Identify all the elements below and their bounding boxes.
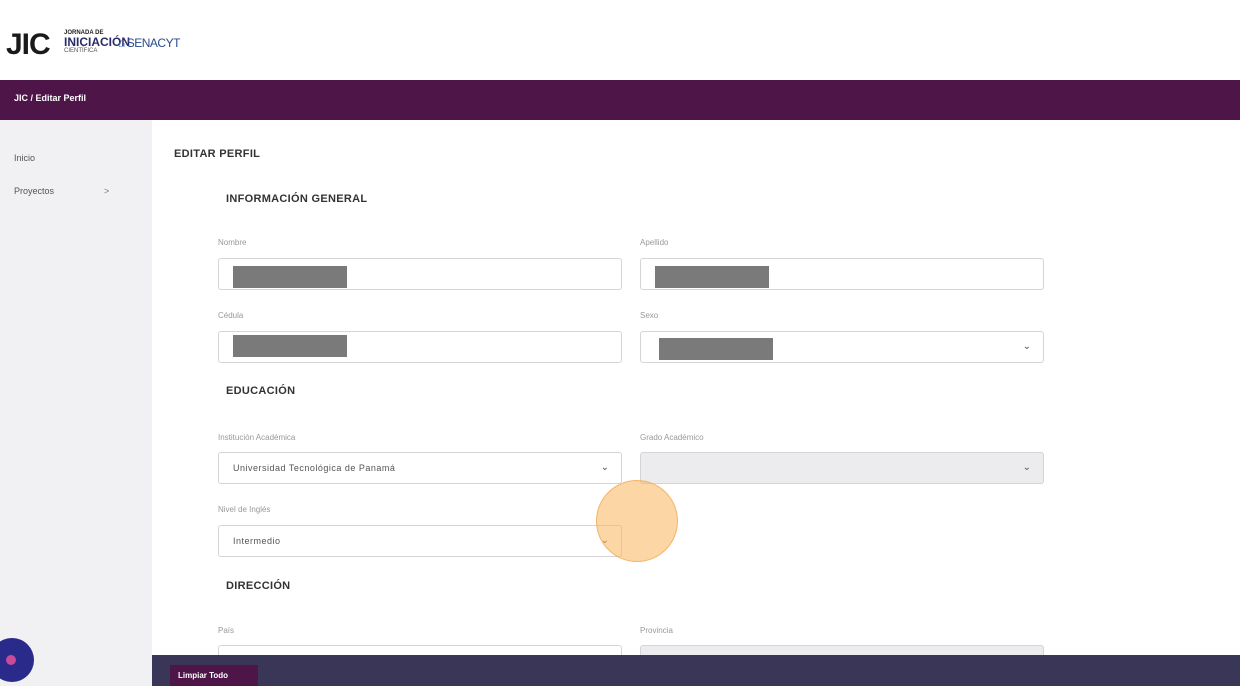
logo-senacyt-text: SENACYT bbox=[126, 36, 181, 50]
logo-senacyt: ⌂ SENACYT bbox=[118, 36, 180, 50]
chevron-down-icon: ⌄ bbox=[1022, 341, 1031, 352]
redacted-value bbox=[659, 338, 773, 360]
redacted-value bbox=[655, 266, 769, 288]
footer-bar: Limpiar Todo bbox=[152, 655, 1240, 686]
sidebar: Inicio Proyectos > bbox=[0, 120, 152, 686]
provincia-label: Provincia bbox=[640, 626, 673, 635]
breadcrumb: JIC / Editar Perfil bbox=[14, 93, 87, 103]
sexo-label: Sexo bbox=[640, 311, 659, 320]
grado-label: Grado Académico bbox=[640, 433, 704, 442]
header: JIC JORNADA DE INICIACIÓN CIENTÍFICA ⌂ SE… bbox=[0, 0, 1240, 80]
main-content: EDITAR PERFIL INFORMACIÓN GENERAL Nombre… bbox=[152, 120, 1240, 686]
pais-label: País bbox=[218, 626, 235, 635]
chat-icon bbox=[6, 655, 16, 665]
logo-jic: JIC bbox=[6, 28, 51, 61]
apellido-field[interactable] bbox=[640, 258, 1044, 290]
chevron-down-icon: ⌄ bbox=[1022, 462, 1031, 473]
sidebar-item-proyectos[interactable]: Proyectos > bbox=[14, 186, 109, 196]
nombre-label: Nombre bbox=[218, 238, 247, 247]
grado-select[interactable]: ⌄ bbox=[640, 452, 1044, 484]
click-indicator bbox=[596, 480, 678, 562]
ingles-value: Intermedio bbox=[233, 536, 281, 546]
sidebar-item-label: Proyectos bbox=[14, 186, 55, 196]
institucion-select[interactable]: Universidad Tecnológica de Panamá ⌄ bbox=[218, 452, 622, 484]
section-education-title: EDUCACIÓN bbox=[226, 385, 296, 397]
sidebar-item-inicio[interactable]: Inicio bbox=[14, 153, 35, 163]
section-address-title: DIRECCIÓN bbox=[226, 580, 291, 592]
institucion-value: Universidad Tecnológica de Panamá bbox=[233, 463, 396, 473]
senacyt-icon: ⌂ bbox=[118, 36, 125, 50]
breadcrumb-bar: JIC / Editar Perfil bbox=[0, 80, 1240, 120]
page-title: EDITAR PERFIL bbox=[174, 148, 261, 160]
institucion-label: Institución Académica bbox=[218, 433, 296, 442]
cedula-label: Cédula bbox=[218, 311, 244, 320]
redacted-value bbox=[233, 266, 347, 288]
nombre-field[interactable] bbox=[218, 258, 622, 290]
apellido-label: Apellido bbox=[640, 238, 669, 247]
cedula-field[interactable] bbox=[218, 331, 622, 363]
redacted-value bbox=[233, 335, 347, 357]
chevron-down-icon: ⌄ bbox=[600, 462, 609, 473]
chevron-right-icon: > bbox=[104, 186, 110, 196]
ingles-label: Nivel de Inglés bbox=[218, 505, 271, 514]
sidebar-item-label: Inicio bbox=[14, 153, 36, 163]
clear-all-button[interactable]: Limpiar Todo bbox=[170, 665, 258, 686]
sexo-select[interactable]: ⌄ bbox=[640, 331, 1044, 363]
ingles-select[interactable]: Intermedio ⌄ bbox=[218, 525, 622, 557]
section-general-title: INFORMACIÓN GENERAL bbox=[226, 193, 368, 205]
